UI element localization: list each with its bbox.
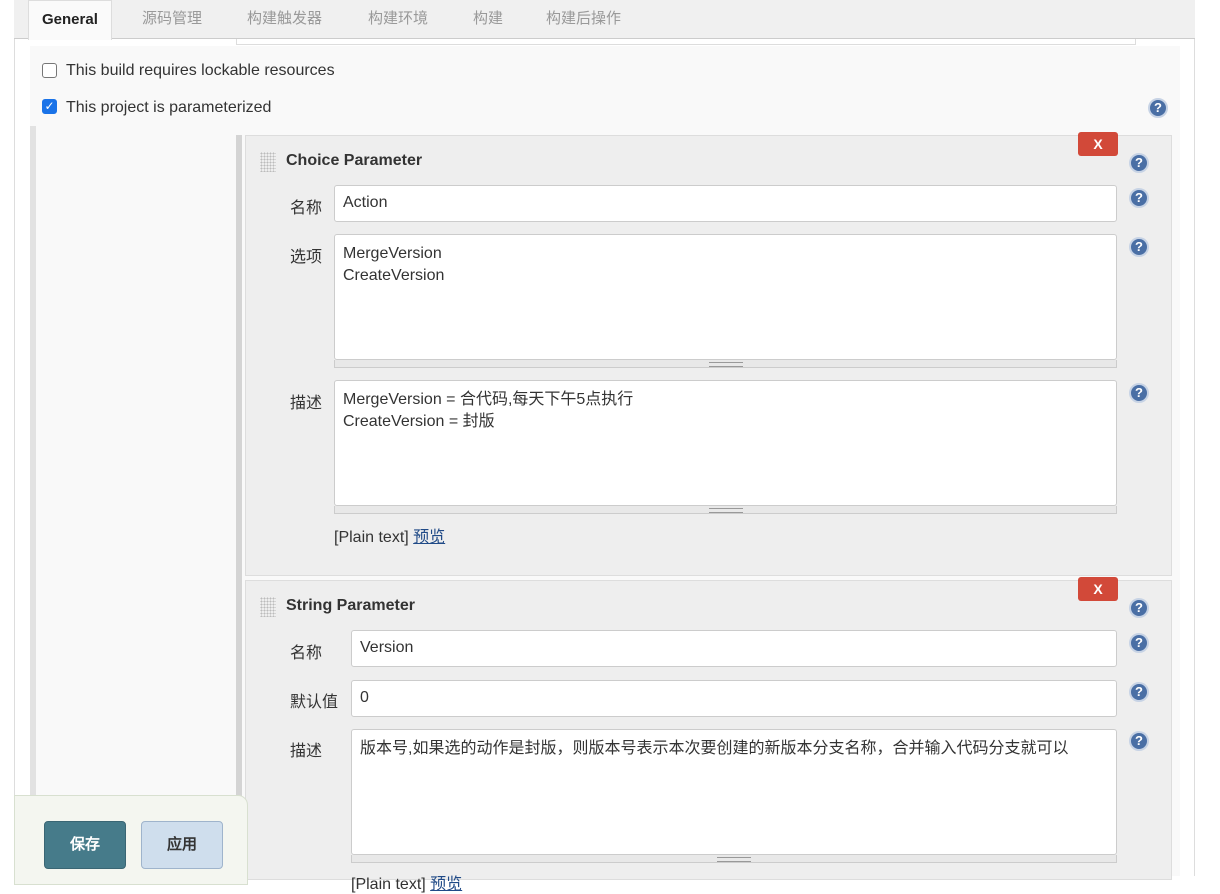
- plain-text-note: [Plain text] 预览: [351, 870, 462, 894]
- choices-textarea[interactable]: MergeVersion CreateVersion: [334, 234, 1117, 360]
- description-textarea[interactable]: MergeVersion = 合代码,每天下午5点执行 CreateVersio…: [334, 380, 1117, 506]
- resize-handle[interactable]: [351, 855, 1117, 863]
- apply-button[interactable]: 应用: [141, 821, 223, 869]
- help-icon[interactable]: ?: [1129, 598, 1149, 618]
- plain-text-note: [Plain text] 预览: [334, 523, 445, 547]
- default-value-label: 默认值: [290, 694, 339, 711]
- tab-general[interactable]: General: [28, 0, 112, 40]
- description-label: 描述: [290, 743, 323, 760]
- tab-build[interactable]: 构建: [473, 0, 503, 39]
- delete-button[interactable]: X: [1078, 132, 1118, 156]
- tab-bar: General 源码管理 构建触发器 构建环境 构建 构建后操作: [14, 0, 1195, 40]
- choice-parameter-block: Choice Parameter X ? 名称 Action ? 选项 Merg…: [245, 132, 1172, 576]
- help-icon[interactable]: ?: [1129, 682, 1149, 702]
- format-label: [Plain text]: [351, 876, 426, 893]
- save-button[interactable]: 保存: [44, 821, 126, 869]
- help-icon[interactable]: ?: [1148, 98, 1168, 118]
- help-icon[interactable]: ?: [1129, 153, 1149, 173]
- block-title: Choice Parameter: [286, 152, 423, 169]
- name-label: 名称: [290, 200, 323, 217]
- params-strip: [236, 135, 242, 876]
- name-label: 名称: [290, 645, 323, 662]
- format-label: [Plain text]: [334, 529, 409, 546]
- help-icon[interactable]: ?: [1129, 633, 1149, 653]
- tab-environment[interactable]: 构建环境: [368, 0, 428, 39]
- default-value-input[interactable]: 0: [351, 680, 1117, 717]
- description-textarea[interactable]: 版本号,如果选的动作是封版，则版本号表示本次要创建的新版本分支名称，合并输入代码…: [351, 729, 1117, 855]
- delete-button[interactable]: X: [1078, 577, 1118, 601]
- tab-triggers[interactable]: 构建触发器: [247, 0, 322, 39]
- parameterized-label: This project is parameterized: [66, 99, 272, 116]
- help-icon[interactable]: ?: [1129, 731, 1149, 751]
- name-input[interactable]: Version: [351, 630, 1117, 667]
- drag-handle-icon[interactable]: [260, 152, 276, 172]
- help-icon[interactable]: ?: [1129, 383, 1149, 403]
- help-icon[interactable]: ?: [1129, 188, 1149, 208]
- block-title: String Parameter: [286, 597, 415, 614]
- preview-link[interactable]: 预览: [430, 876, 462, 893]
- string-parameter-block: String Parameter X ? 名称 Version ? 默认值 0 …: [245, 577, 1172, 893]
- description-label: 描述: [290, 395, 323, 412]
- parameterized-checkbox[interactable]: ✓: [42, 99, 57, 114]
- help-icon[interactable]: ?: [1129, 237, 1149, 257]
- lockable-checkbox[interactable]: [42, 63, 57, 78]
- left-indent-bar: [30, 126, 36, 876]
- preview-link[interactable]: 预览: [413, 529, 445, 546]
- name-input[interactable]: Action: [334, 185, 1117, 222]
- previous-field: [236, 39, 1136, 45]
- resize-handle[interactable]: [334, 506, 1117, 514]
- lockable-label: This build requires lockable resources: [66, 62, 335, 79]
- tab-scm[interactable]: 源码管理: [142, 0, 202, 39]
- tab-post-build[interactable]: 构建后操作: [546, 0, 621, 39]
- resize-handle[interactable]: [334, 360, 1117, 368]
- drag-handle-icon[interactable]: [260, 597, 276, 617]
- choices-label: 选项: [290, 249, 323, 266]
